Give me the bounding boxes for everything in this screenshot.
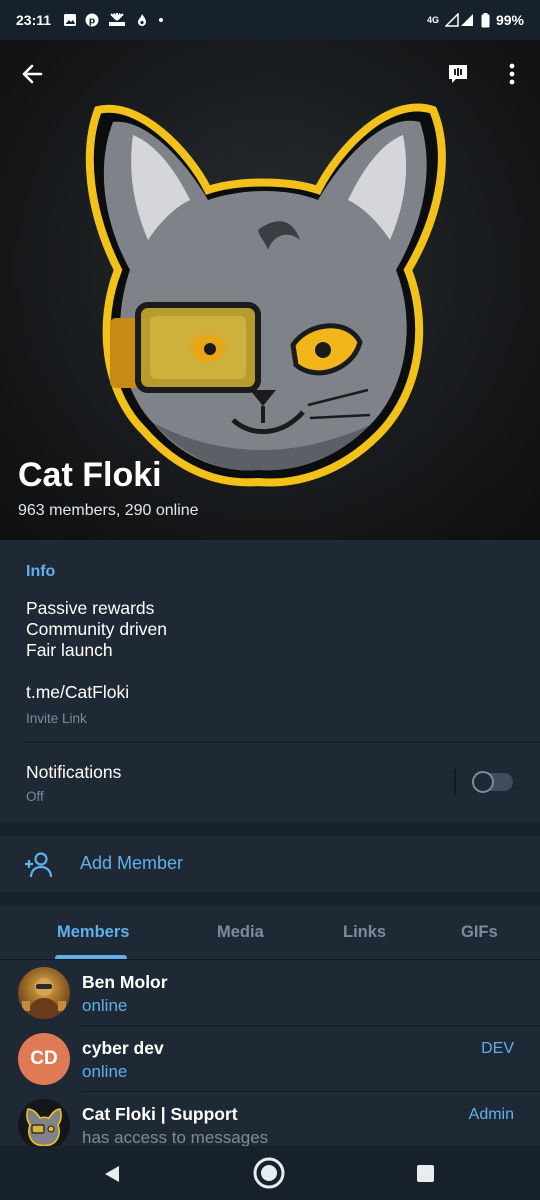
- media-tabs: Members Media Links GIFs: [0, 906, 540, 960]
- group-title: Cat Floki: [18, 456, 162, 494]
- tab-media[interactable]: Media: [217, 923, 264, 942]
- status-time: 23:11: [16, 12, 52, 28]
- dot-icon: [159, 18, 164, 22]
- member-role-badge: DEV: [481, 1040, 514, 1057]
- add-member-button[interactable]: Add Member: [0, 836, 540, 892]
- member-name: Cat Floki | Support: [82, 1104, 238, 1124]
- info-label: Info: [26, 563, 56, 580]
- description-line: Fair launch: [26, 640, 113, 660]
- description-line: Passive rewards: [26, 598, 155, 618]
- member-role-badge: Admin: [468, 1106, 514, 1123]
- member-status: online: [82, 1062, 128, 1081]
- more-vertical-icon: [509, 63, 515, 85]
- pinterest-icon: p: [85, 13, 99, 27]
- group-header: Cat Floki 963 members, 290 online: [0, 40, 540, 540]
- back-arrow-icon: [22, 64, 43, 84]
- battery-icon: [481, 12, 490, 27]
- avatar: [18, 967, 70, 1019]
- voice-chat-icon: [449, 65, 467, 83]
- nav-back-icon[interactable]: [102, 1164, 122, 1184]
- status-bar: 23:11 p 4G 99%: [0, 0, 540, 40]
- group-member-count: 963 members, 290 online: [18, 502, 199, 519]
- member-status: online: [82, 996, 128, 1015]
- member-status: has access to messages: [82, 1128, 269, 1147]
- system-status: 4G 99%: [427, 12, 524, 28]
- toggle-knob: [472, 771, 494, 793]
- section-gap: [0, 892, 540, 906]
- notification-icons: p: [63, 13, 165, 27]
- active-tab-indicator: [55, 955, 127, 959]
- tab-gifs[interactable]: GIFs: [461, 923, 498, 942]
- divider: [22, 742, 540, 743]
- member-name: cyber dev: [82, 1038, 164, 1058]
- cat-logo-icon: [26, 1108, 62, 1147]
- voice-chat-button[interactable]: [440, 56, 476, 92]
- notifications-toggle[interactable]: [472, 771, 513, 793]
- group-avatar-cat-logo[interactable]: [78, 90, 448, 490]
- tab-links[interactable]: Links: [343, 923, 386, 942]
- cnbc-icon: [109, 13, 126, 26]
- nav-home-icon[interactable]: [253, 1157, 285, 1189]
- member-photo: [22, 978, 66, 1019]
- add-member-label: Add Member: [80, 853, 184, 873]
- info-section: Info Passive rewards Community driven Fa…: [0, 540, 540, 822]
- fire-icon: [138, 14, 147, 26]
- invite-link[interactable]: t.me/CatFloki: [26, 682, 129, 703]
- network-type: 4G: [426, 14, 439, 25]
- nav-recents-icon[interactable]: [417, 1165, 434, 1182]
- back-button[interactable]: [14, 56, 50, 92]
- divider: [454, 769, 456, 795]
- member-row[interactable]: CD cyber dev online DEV: [0, 1026, 540, 1092]
- svg-text:p: p: [89, 17, 96, 27]
- gallery-icon: [64, 14, 77, 26]
- member-row[interactable]: Ben Molor online: [0, 960, 540, 1026]
- member-name: Ben Molor: [82, 972, 168, 992]
- group-description[interactable]: Passive rewards Community driven Fair la…: [26, 598, 167, 661]
- avatar: [18, 1099, 70, 1151]
- battery-level: 99%: [495, 12, 524, 28]
- invite-link-caption: Invite Link: [26, 711, 87, 726]
- tab-members[interactable]: Members: [57, 923, 129, 942]
- signal-icon: [444, 13, 473, 27]
- description-line: Community driven: [26, 619, 168, 639]
- notifications-label[interactable]: Notifications: [26, 762, 121, 783]
- add-person-icon: [25, 852, 53, 878]
- more-options-button[interactable]: [494, 56, 530, 92]
- avatar: CD: [18, 1033, 70, 1085]
- section-gap: [0, 822, 540, 836]
- notifications-state: Off: [26, 789, 44, 804]
- system-nav-bar: [0, 1146, 540, 1200]
